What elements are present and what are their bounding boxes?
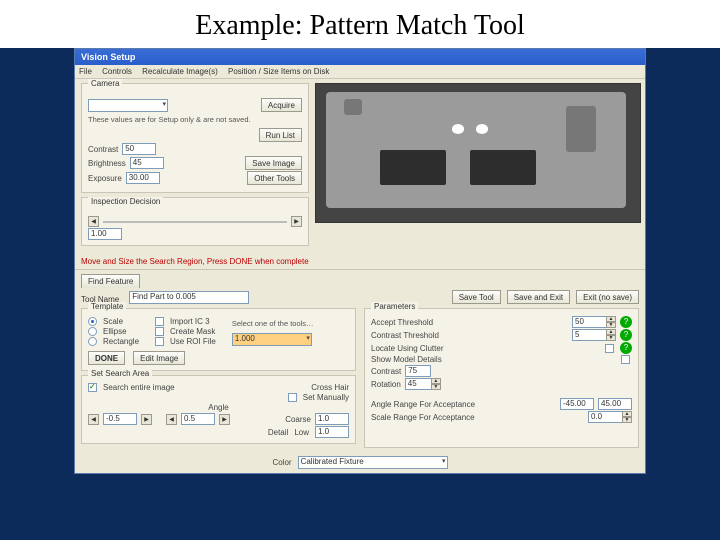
camera-group-title: Camera (88, 79, 122, 88)
color-select[interactable]: Calibrated Fixture (298, 456, 448, 469)
angle-range-low[interactable]: -45.00 (560, 398, 594, 410)
show-model-label: Show Model Details (371, 355, 617, 364)
scale-label: Scale (103, 317, 123, 326)
rotation-field[interactable]: 45 (405, 378, 431, 390)
menu-position-size[interactable]: Position / Size Items on Disk (228, 67, 329, 76)
color-label: Color (272, 458, 291, 467)
camera-select[interactable] (88, 99, 168, 112)
angle-low-field[interactable]: -0.5 (103, 413, 137, 425)
help-icon[interactable]: ? (620, 316, 632, 328)
spin-down-icon[interactable]: ▼ (622, 417, 632, 423)
exit-no-save-button[interactable]: Exit (no save) (576, 290, 639, 304)
chk-import[interactable] (155, 317, 164, 326)
help-icon[interactable]: ? (620, 329, 632, 341)
radio-ellipse[interactable] (88, 327, 97, 336)
set-manually-label: Set Manually (303, 393, 349, 402)
chk-set-manually[interactable] (288, 393, 297, 402)
done-button[interactable]: DONE (88, 351, 125, 365)
angle-range-high[interactable]: 45.00 (598, 398, 632, 410)
angle-low-inc-icon[interactable]: ▶ (141, 414, 152, 425)
angle-high-dec-icon[interactable]: ◀ (166, 414, 177, 425)
contrast-thresh-field[interactable]: 5 (572, 329, 606, 341)
save-tool-button[interactable]: Save Tool (452, 290, 501, 304)
exposure-label: Exposure (88, 174, 122, 183)
search-area-group: Set Search Area Search entire image Cros… (81, 375, 356, 444)
menu-controls[interactable]: Controls (102, 67, 132, 76)
chk-search-entire[interactable] (88, 383, 97, 392)
contrast-thresh-label: Contrast Threshold (371, 331, 568, 340)
parameters-title: Parameters (371, 302, 418, 311)
exposure-field[interactable]: 30.00 (126, 172, 160, 184)
brightness-label: Brightness (88, 159, 126, 168)
chk-show-model[interactable] (621, 355, 630, 364)
chk-locate-clutter[interactable] (605, 344, 614, 353)
template-select[interactable]: 1.000 (232, 333, 312, 346)
app-window: Vision Setup File Controls Recalculate I… (74, 48, 646, 474)
window-titlebar: Vision Setup (75, 49, 645, 65)
chk-use-roi[interactable] (155, 337, 164, 346)
menu-file[interactable]: File (79, 67, 92, 76)
radio-rectangle[interactable] (88, 337, 97, 346)
rotation-label: Rotation (371, 380, 401, 389)
locate-using-label: Locate Using Clutter (371, 344, 601, 353)
template-select-text: Select one of the tools… (232, 320, 349, 328)
spin-down-icon[interactable]: ▼ (606, 322, 616, 328)
cross-hair-label: Cross Hair (311, 383, 349, 392)
coarse-field[interactable]: 1.0 (315, 413, 349, 425)
coarse-label: Coarse (285, 415, 311, 424)
rectangle-label: Rectangle (103, 337, 139, 346)
camera-group: Camera Acquire These values are for Setu… (81, 83, 309, 193)
import-label: Import IC 3 (170, 317, 210, 326)
detail-field[interactable]: 1.0 (315, 426, 349, 438)
edit-image-button[interactable]: Edit Image (133, 351, 185, 365)
radio-scale[interactable] (88, 317, 97, 326)
image-preview[interactable] (315, 83, 641, 223)
inspection-decrement-icon[interactable]: ◀ (88, 216, 99, 227)
param-contrast-label: Contrast (371, 367, 401, 376)
run-list-button[interactable]: Run List (259, 128, 302, 142)
search-area-title: Set Search Area (88, 369, 152, 378)
other-tools-button[interactable]: Other Tools (247, 171, 302, 185)
acquire-button[interactable]: Acquire (261, 98, 302, 112)
help-icon[interactable]: ? (620, 342, 632, 354)
scale-range-field[interactable]: 0.0 (588, 411, 622, 423)
menu-recalculate[interactable]: Recalculate Image(s) (142, 67, 218, 76)
angle-high-field[interactable]: 0.5 (181, 413, 215, 425)
save-image-button[interactable]: Save Image (245, 156, 302, 170)
parameters-group: Parameters Accept Threshold 50▲▼ ? Contr… (364, 308, 639, 448)
spin-down-icon[interactable]: ▼ (606, 335, 616, 341)
brightness-field[interactable]: 45 (130, 157, 164, 169)
menubar[interactable]: File Controls Recalculate Image(s) Posit… (75, 65, 645, 79)
ellipse-label: Ellipse (103, 327, 127, 336)
chk-create-mask[interactable] (155, 327, 164, 336)
create-mask-label: Create Mask (170, 327, 215, 336)
tab-find-feature[interactable]: Find Feature (81, 274, 140, 288)
use-roi-label: Use ROI File (170, 337, 216, 346)
accept-thresh-field[interactable]: 50 (572, 316, 606, 328)
inspection-title: Inspection Decision (88, 197, 163, 206)
save-exit-button[interactable]: Save and Exit (507, 290, 570, 304)
inspection-value[interactable]: 1.00 (88, 228, 122, 240)
template-group-title: Template (88, 302, 126, 311)
template-group: Template Scale Ellipse Rectangle Import … (81, 308, 356, 371)
contrast-field[interactable]: 50 (122, 143, 156, 155)
angle-range-label: Angle Range For Acceptance (371, 400, 556, 409)
spin-down-icon[interactable]: ▼ (431, 384, 441, 390)
param-contrast-field[interactable]: 75 (405, 365, 431, 377)
inspection-group: Inspection Decision ◀ ▶ 1.00 (81, 197, 309, 246)
scale-range-label: Scale Range For Acceptance (371, 413, 584, 422)
contrast-label: Contrast (88, 145, 118, 154)
angle-label: Angle (208, 403, 228, 412)
slide-title: Example: Pattern Match Tool (0, 0, 720, 48)
status-warning: Move and Size the Search Region, Press D… (81, 257, 639, 266)
accept-thresh-label: Accept Threshold (371, 318, 568, 327)
angle-low-dec-icon[interactable]: ◀ (88, 414, 99, 425)
angle-high-inc-icon[interactable]: ▶ (219, 414, 230, 425)
search-entire-label: Search entire image (103, 383, 175, 392)
camera-note: These values are for Setup only & are no… (88, 116, 302, 124)
low-label: Low (294, 428, 309, 437)
tool-name-field[interactable]: Find Part to 0.005 (129, 291, 249, 304)
detail-label: Detail (268, 428, 288, 437)
inspection-increment-icon[interactable]: ▶ (291, 216, 302, 227)
